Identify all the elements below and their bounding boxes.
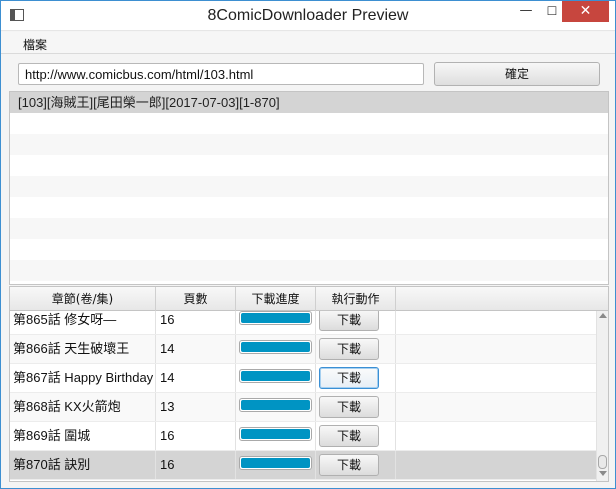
chapter-cell: 第870話 訣別 — [10, 451, 156, 479]
progress-fill — [241, 400, 310, 410]
confirm-button[interactable]: 確定 — [434, 62, 600, 86]
comic-list-empty-row — [10, 218, 608, 239]
pages-cell: 14 — [156, 335, 236, 363]
comic-list-empty-row — [10, 239, 608, 260]
progress-cell — [236, 422, 316, 450]
pages-cell: 16 — [156, 422, 236, 450]
table-row[interactable]: 第869話 圍城 16 下載 — [10, 422, 596, 451]
progress-fill — [241, 371, 310, 381]
download-progress-bar — [239, 427, 312, 441]
comic-list-empty-row — [10, 155, 608, 176]
scroll-up-arrow-icon[interactable] — [599, 313, 607, 318]
table-row[interactable]: 第868話 KX火箭炮 13 下載 — [10, 393, 596, 422]
close-button[interactable]: ✕ — [562, 1, 609, 22]
action-cell: 下載 — [316, 393, 396, 421]
progress-cell — [236, 364, 316, 392]
table-row[interactable]: 第865話 修女呀— 16 下載 — [10, 311, 596, 335]
column-header-progress[interactable]: 下載進度 — [236, 287, 316, 311]
chapter-cell: 第867話 Happy Birthday — [10, 364, 156, 392]
column-header-action[interactable]: 執行動作 — [316, 287, 396, 311]
table-scrollbar[interactable] — [596, 311, 608, 481]
table-header: 章節(卷/集) 頁數 下載進度 執行動作 — [10, 287, 608, 311]
chapter-cell: 第868話 KX火箭炮 — [10, 393, 156, 421]
comic-list-item[interactable]: [103][海賊王][尾田榮一郎][2017-07-03][1-870] — [10, 92, 608, 113]
download-progress-bar — [239, 340, 312, 354]
download-button[interactable]: 下載 — [319, 311, 379, 331]
pages-cell: 16 — [156, 451, 236, 479]
comic-list-empty-row — [10, 113, 608, 134]
chapter-table: 章節(卷/集) 頁數 下載進度 執行動作 第865話 修女呀— 16 下載 第8… — [9, 286, 609, 482]
column-header-chapter[interactable]: 章節(卷/集) — [10, 287, 156, 311]
chapter-cell: 第866話 天生破壞王 — [10, 335, 156, 363]
pages-cell: 16 — [156, 311, 236, 334]
download-button[interactable]: 下載 — [319, 338, 379, 360]
column-header-pages[interactable]: 頁數 — [156, 287, 236, 311]
pages-cell: 13 — [156, 393, 236, 421]
action-cell: 下載 — [316, 364, 396, 392]
pages-cell: 14 — [156, 364, 236, 392]
app-window: 8ComicDownloader Preview — ☐ ✕ 檔案 確定 [10… — [0, 0, 616, 489]
download-progress-bar — [239, 311, 312, 325]
action-cell: 下載 — [316, 422, 396, 450]
action-cell: 下載 — [316, 311, 396, 334]
progress-fill — [241, 458, 310, 468]
progress-cell — [236, 335, 316, 363]
comic-list-empty-row — [10, 197, 608, 218]
progress-cell — [236, 393, 316, 421]
table-row[interactable]: 第866話 天生破壞王 14 下載 — [10, 335, 596, 364]
menu-file[interactable]: 檔案 — [23, 36, 47, 53]
download-button[interactable]: 下載 — [319, 454, 379, 476]
progress-fill — [241, 342, 310, 352]
download-button[interactable]: 下載 — [319, 396, 379, 418]
download-progress-bar — [239, 398, 312, 412]
menu-bar: 檔案 — [1, 32, 615, 54]
action-cell: 下載 — [316, 335, 396, 363]
progress-cell — [236, 311, 316, 334]
comic-list[interactable]: [103][海賊王][尾田榮一郎][2017-07-03][1-870] — [9, 91, 609, 285]
title-bar[interactable]: 8ComicDownloader Preview — ☐ ✕ — [1, 1, 615, 31]
action-cell: 下載 — [316, 451, 396, 479]
comic-list-empty-row — [10, 176, 608, 197]
url-input[interactable] — [18, 63, 424, 85]
scrollbar-thumb[interactable] — [598, 455, 607, 469]
table-row[interactable]: 第867話 Happy Birthday 14 下載 — [10, 364, 596, 393]
download-progress-bar — [239, 369, 312, 383]
scroll-down-arrow-icon[interactable] — [599, 471, 607, 476]
chapter-cell: 第869話 圍城 — [10, 422, 156, 450]
comic-list-empty-row — [10, 260, 608, 281]
progress-cell — [236, 451, 316, 479]
download-button[interactable]: 下載 — [319, 425, 379, 447]
progress-fill — [241, 429, 310, 439]
progress-fill — [241, 313, 310, 323]
table-body: 第865話 修女呀— 16 下載 第866話 天生破壞王 14 下載 第867話… — [10, 311, 596, 481]
table-row[interactable]: 第870話 訣別 16 下載 — [10, 451, 596, 480]
chapter-cell: 第865話 修女呀— — [10, 311, 156, 334]
comic-list-empty-row — [10, 134, 608, 155]
download-button[interactable]: 下載 — [319, 367, 379, 389]
download-progress-bar — [239, 456, 312, 470]
